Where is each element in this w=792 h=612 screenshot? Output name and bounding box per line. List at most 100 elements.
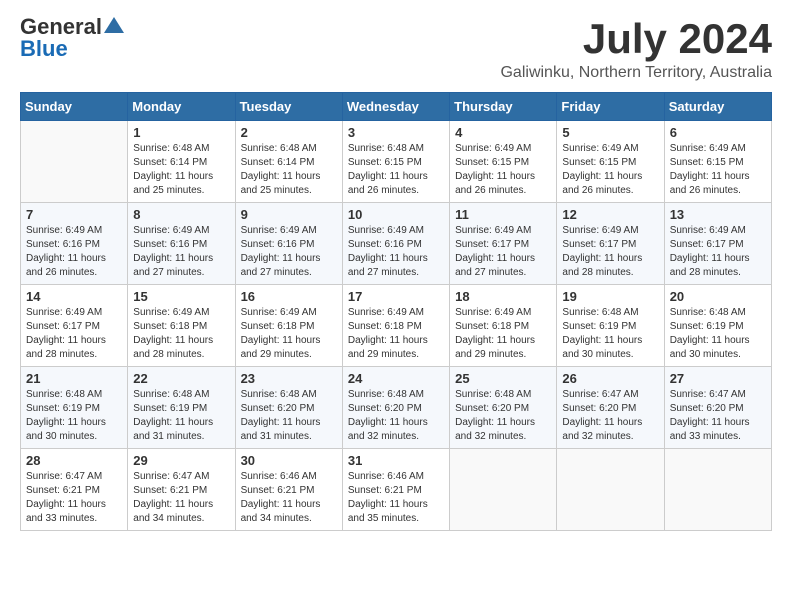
day-info: Sunrise: 6:49 AM Sunset: 6:18 PM Dayligh…	[241, 306, 337, 362]
day-info: Sunrise: 6:49 AM Sunset: 6:17 PM Dayligh…	[670, 224, 766, 280]
day-number: 3	[348, 125, 444, 140]
calendar-cell: 30 Sunrise: 6:46 AM Sunset: 6:21 PM Dayli…	[235, 449, 342, 531]
calendar-cell: 3 Sunrise: 6:48 AM Sunset: 6:15 PM Daylig…	[342, 121, 449, 203]
day-info: Sunrise: 6:49 AM Sunset: 6:15 PM Dayligh…	[562, 142, 658, 198]
calendar-cell: 18Sunrise: 6:49 AM Sunset: 6:18 PM Dayli…	[450, 285, 557, 367]
calendar-header-cell: Tuesday	[235, 93, 342, 121]
day-info: Sunrise: 6:49 AM Sunset: 6:16 PM Dayligh…	[348, 224, 444, 280]
calendar-cell: 17 Sunrise: 6:49 AM Sunset: 6:18 PM Dayli…	[342, 285, 449, 367]
calendar-header-cell: Saturday	[664, 93, 771, 121]
calendar-cell	[664, 449, 771, 531]
calendar-cell: 11 Sunrise: 6:49 AM Sunset: 6:17 PM Dayli…	[450, 203, 557, 285]
calendar-cell	[557, 449, 664, 531]
calendar-cell: 24 Sunrise: 6:48 AM Sunset: 6:20 PM Dayli…	[342, 367, 449, 449]
calendar-header-cell: Friday	[557, 93, 664, 121]
calendar-cell: 6Sunrise: 6:49 AM Sunset: 6:15 PM Daylig…	[664, 121, 771, 203]
calendar-cell: 26 Sunrise: 6:47 AM Sunset: 6:20 PM Dayli…	[557, 367, 664, 449]
calendar-cell: 29 Sunrise: 6:47 AM Sunset: 6:21 PM Dayli…	[128, 449, 235, 531]
day-info: Sunrise: 6:48 AM Sunset: 6:20 PM Dayligh…	[455, 388, 551, 444]
day-number: 8	[133, 207, 229, 222]
day-number: 12	[562, 207, 658, 222]
day-number: 2	[241, 125, 337, 140]
day-info: Sunrise: 6:49 AM Sunset: 6:17 PM Dayligh…	[562, 224, 658, 280]
calendar-header: SundayMondayTuesdayWednesdayThursdayFrid…	[21, 93, 772, 121]
calendar-row: 28 Sunrise: 6:47 AM Sunset: 6:21 PM Dayli…	[21, 449, 772, 531]
logo: General Blue	[20, 16, 124, 60]
calendar-cell: 5Sunrise: 6:49 AM Sunset: 6:15 PM Daylig…	[557, 121, 664, 203]
calendar-cell: 25 Sunrise: 6:48 AM Sunset: 6:20 PM Dayli…	[450, 367, 557, 449]
day-info: Sunrise: 6:48 AM Sunset: 6:19 PM Dayligh…	[670, 306, 766, 362]
day-number: 29	[133, 453, 229, 468]
day-info: Sunrise: 6:46 AM Sunset: 6:21 PM Dayligh…	[348, 470, 444, 526]
day-number: 6	[670, 125, 766, 140]
calendar-cell	[21, 121, 128, 203]
day-info: Sunrise: 6:49 AM Sunset: 6:17 PM Dayligh…	[455, 224, 551, 280]
day-number: 16	[241, 289, 337, 304]
calendar-cell: 13 Sunrise: 6:49 AM Sunset: 6:17 PM Dayli…	[664, 203, 771, 285]
day-info: Sunrise: 6:48 AM Sunset: 6:19 PM Dayligh…	[562, 306, 658, 362]
day-number: 22	[133, 371, 229, 386]
day-number: 17	[348, 289, 444, 304]
day-number: 20	[670, 289, 766, 304]
title-area: July 2024 Galiwinku, Northern Territory,…	[500, 16, 772, 82]
day-number: 18	[455, 289, 551, 304]
logo-icon	[104, 15, 124, 35]
day-info: Sunrise: 6:49 AM Sunset: 6:16 PM Dayligh…	[133, 224, 229, 280]
calendar-cell: 12 Sunrise: 6:49 AM Sunset: 6:17 PM Dayli…	[557, 203, 664, 285]
day-number: 11	[455, 207, 551, 222]
day-number: 13	[670, 207, 766, 222]
calendar-cell: 19 Sunrise: 6:48 AM Sunset: 6:19 PM Dayli…	[557, 285, 664, 367]
day-number: 24	[348, 371, 444, 386]
logo-blue: Blue	[20, 38, 68, 60]
day-number: 19	[562, 289, 658, 304]
calendar-cell: 16 Sunrise: 6:49 AM Sunset: 6:18 PM Dayli…	[235, 285, 342, 367]
calendar-header-cell: Wednesday	[342, 93, 449, 121]
day-info: Sunrise: 6:49 AM Sunset: 6:16 PM Dayligh…	[26, 224, 122, 280]
day-number: 15	[133, 289, 229, 304]
day-info: Sunrise: 6:48 AM Sunset: 6:19 PM Dayligh…	[26, 388, 122, 444]
calendar-cell: 14Sunrise: 6:49 AM Sunset: 6:17 PM Dayli…	[21, 285, 128, 367]
calendar-cell: 10 Sunrise: 6:49 AM Sunset: 6:16 PM Dayli…	[342, 203, 449, 285]
calendar-cell: 27Sunrise: 6:47 AM Sunset: 6:20 PM Dayli…	[664, 367, 771, 449]
day-number: 7	[26, 207, 122, 222]
main-title: July 2024	[500, 16, 772, 62]
calendar-cell: 9 Sunrise: 6:49 AM Sunset: 6:16 PM Daylig…	[235, 203, 342, 285]
subtitle: Galiwinku, Northern Territory, Australia	[500, 64, 772, 82]
day-info: Sunrise: 6:47 AM Sunset: 6:20 PM Dayligh…	[562, 388, 658, 444]
day-info: Sunrise: 6:46 AM Sunset: 6:21 PM Dayligh…	[241, 470, 337, 526]
calendar-cell: 1Sunrise: 6:48 AM Sunset: 6:14 PM Daylig…	[128, 121, 235, 203]
day-info: Sunrise: 6:48 AM Sunset: 6:19 PM Dayligh…	[133, 388, 229, 444]
calendar-cell	[450, 449, 557, 531]
day-number: 25	[455, 371, 551, 386]
calendar-row: 7 Sunrise: 6:49 AM Sunset: 6:16 PM Daylig…	[21, 203, 772, 285]
calendar-cell: 4Sunrise: 6:49 AM Sunset: 6:15 PM Daylig…	[450, 121, 557, 203]
calendar-row: 1Sunrise: 6:48 AM Sunset: 6:14 PM Daylig…	[21, 121, 772, 203]
day-info: Sunrise: 6:48 AM Sunset: 6:20 PM Dayligh…	[348, 388, 444, 444]
calendar-cell: 2 Sunrise: 6:48 AM Sunset: 6:14 PM Daylig…	[235, 121, 342, 203]
day-info: Sunrise: 6:49 AM Sunset: 6:15 PM Dayligh…	[455, 142, 551, 198]
day-info: Sunrise: 6:48 AM Sunset: 6:15 PM Dayligh…	[348, 142, 444, 198]
calendar-row: 14Sunrise: 6:49 AM Sunset: 6:17 PM Dayli…	[21, 285, 772, 367]
calendar: SundayMondayTuesdayWednesdayThursdayFrid…	[20, 92, 772, 531]
calendar-header-cell: Monday	[128, 93, 235, 121]
day-number: 28	[26, 453, 122, 468]
day-number: 30	[241, 453, 337, 468]
day-number: 9	[241, 207, 337, 222]
day-info: Sunrise: 6:47 AM Sunset: 6:20 PM Dayligh…	[670, 388, 766, 444]
day-number: 26	[562, 371, 658, 386]
calendar-cell: 8 Sunrise: 6:49 AM Sunset: 6:16 PM Daylig…	[128, 203, 235, 285]
day-info: Sunrise: 6:49 AM Sunset: 6:17 PM Dayligh…	[26, 306, 122, 362]
day-number: 31	[348, 453, 444, 468]
calendar-row: 21Sunrise: 6:48 AM Sunset: 6:19 PM Dayli…	[21, 367, 772, 449]
calendar-cell: 23Sunrise: 6:48 AM Sunset: 6:20 PM Dayli…	[235, 367, 342, 449]
day-number: 10	[348, 207, 444, 222]
calendar-body: 1Sunrise: 6:48 AM Sunset: 6:14 PM Daylig…	[21, 121, 772, 531]
day-info: Sunrise: 6:47 AM Sunset: 6:21 PM Dayligh…	[133, 470, 229, 526]
calendar-cell: 20 Sunrise: 6:48 AM Sunset: 6:19 PM Dayli…	[664, 285, 771, 367]
calendar-cell: 28Sunrise: 6:47 AM Sunset: 6:21 PM Dayli…	[21, 449, 128, 531]
day-info: Sunrise: 6:49 AM Sunset: 6:16 PM Dayligh…	[241, 224, 337, 280]
day-info: Sunrise: 6:49 AM Sunset: 6:18 PM Dayligh…	[348, 306, 444, 362]
day-info: Sunrise: 6:48 AM Sunset: 6:14 PM Dayligh…	[241, 142, 337, 198]
day-info: Sunrise: 6:48 AM Sunset: 6:20 PM Dayligh…	[241, 388, 337, 444]
calendar-cell: 31 Sunrise: 6:46 AM Sunset: 6:21 PM Dayli…	[342, 449, 449, 531]
